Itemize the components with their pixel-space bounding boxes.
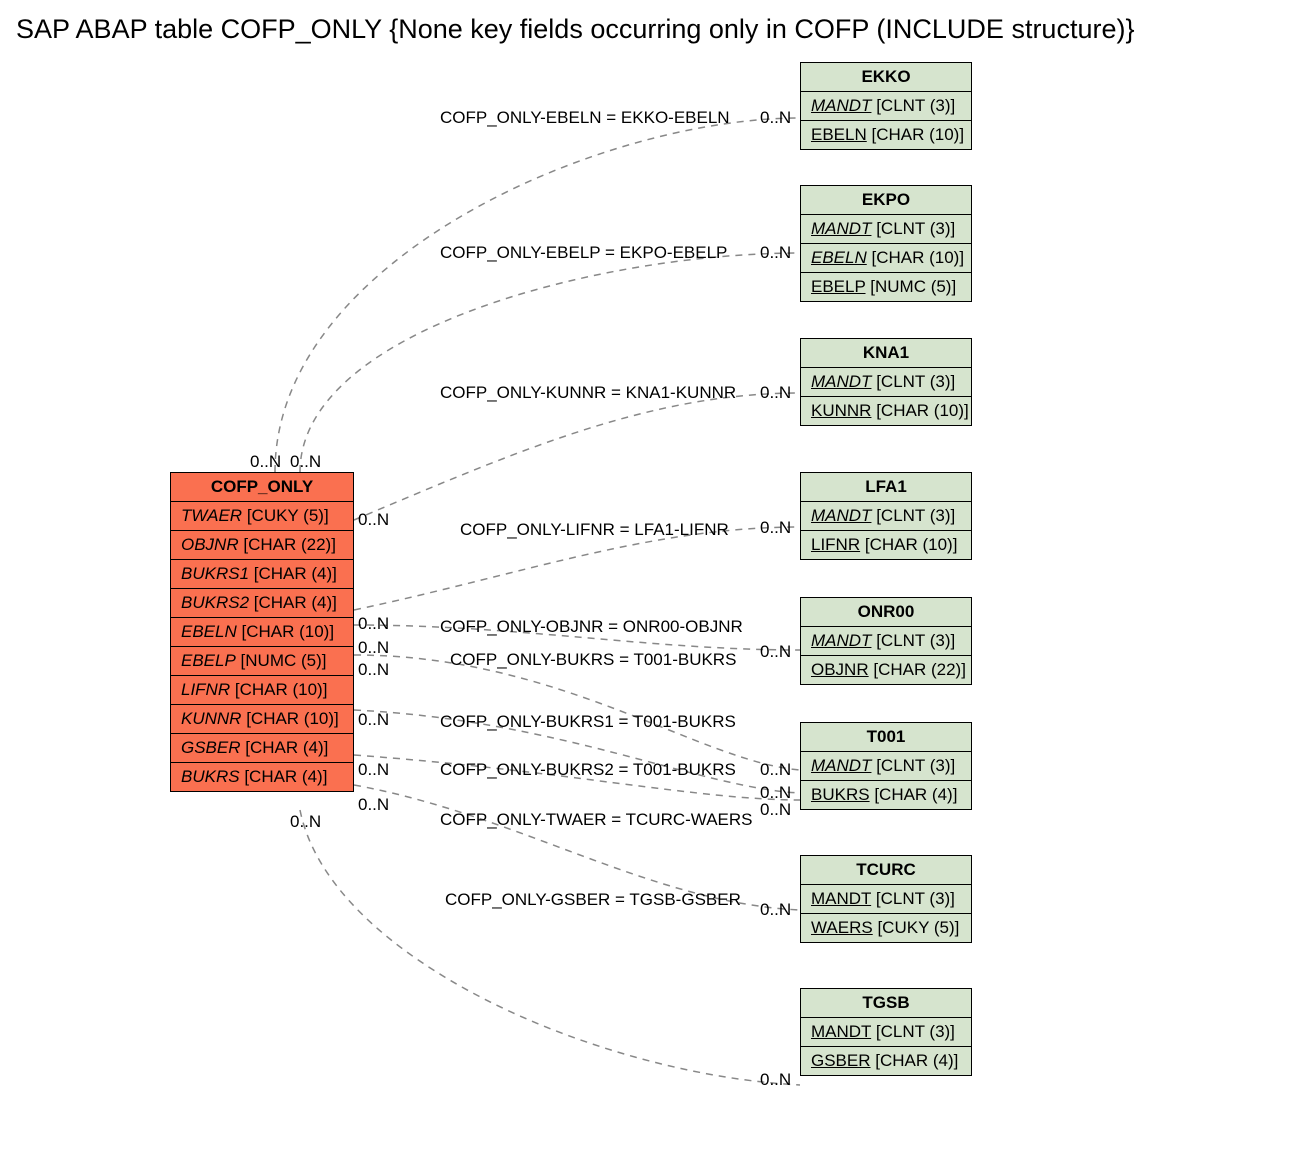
field-row: MANDT [CLNT (3)] — [801, 368, 971, 397]
table-header: EKPO — [801, 186, 971, 215]
link-label: COFP_ONLY-BUKRS1 = T001-BUKRS — [440, 712, 736, 732]
cardinality: 0..N — [760, 1070, 791, 1090]
field-row: EBELP [NUMC (5)] — [171, 647, 353, 676]
link-label: COFP_ONLY-EBELP = EKPO-EBELP — [440, 243, 727, 263]
link-label: COFP_ONLY-OBJNR = ONR00-OBJNR — [440, 617, 743, 637]
cardinality: 0..N — [358, 760, 389, 780]
table-header: EKKO — [801, 63, 971, 92]
table-t001: T001 MANDT [CLNT (3)] BUKRS [CHAR (4)] — [800, 722, 972, 810]
field-row: MANDT [CLNT (3)] — [801, 502, 971, 531]
cardinality: 0..N — [358, 660, 389, 680]
table-header: TGSB — [801, 989, 971, 1018]
field-row: MANDT [CLNT (3)] — [801, 1018, 971, 1047]
field-row: BUKRS2 [CHAR (4)] — [171, 589, 353, 618]
field-row: BUKRS [CHAR (4)] — [171, 763, 353, 792]
field-row: EBELN [CHAR (10)] — [801, 121, 971, 150]
table-lfa1: LFA1 MANDT [CLNT (3)] LIFNR [CHAR (10)] — [800, 472, 972, 560]
field-row: LIFNR [CHAR (10)] — [171, 676, 353, 705]
field-row: OBJNR [CHAR (22)] — [801, 656, 971, 685]
table-tcurc: TCURC MANDT [CLNT (3)] WAERS [CUKY (5)] — [800, 855, 972, 943]
table-header: COFP_ONLY — [171, 473, 353, 502]
cardinality: 0..N — [760, 518, 791, 538]
table-tgsb: TGSB MANDT [CLNT (3)] GSBER [CHAR (4)] — [800, 988, 972, 1076]
link-label: COFP_ONLY-EBELN = EKKO-EBELN — [440, 108, 730, 128]
cardinality: 0..N — [358, 614, 389, 634]
table-onr00: ONR00 MANDT [CLNT (3)] OBJNR [CHAR (22)] — [800, 597, 972, 685]
table-cofp-only: COFP_ONLY TWAER [CUKY (5)] OBJNR [CHAR (… — [170, 472, 354, 792]
table-header: ONR00 — [801, 598, 971, 627]
field-row: MANDT [CLNT (3)] — [801, 215, 971, 244]
field-row: MANDT [CLNT (3)] — [801, 627, 971, 656]
link-label: COFP_ONLY-BUKRS2 = T001-BUKRS — [440, 760, 736, 780]
table-ekpo: EKPO MANDT [CLNT (3)] EBELN [CHAR (10)] … — [800, 185, 972, 302]
field-row: KUNNR [CHAR (10)] — [171, 705, 353, 734]
field-row: WAERS [CUKY (5)] — [801, 914, 971, 943]
cardinality: 0..N — [358, 710, 389, 730]
field-row: MANDT [CLNT (3)] — [801, 885, 971, 914]
table-kna1: KNA1 MANDT [CLNT (3)] KUNNR [CHAR (10)] — [800, 338, 972, 426]
field-row: EBELN [CHAR (10)] — [801, 244, 971, 273]
cardinality: 0..N — [290, 452, 321, 472]
cardinality: 0..N — [250, 452, 281, 472]
cardinality: 0..N — [358, 510, 389, 530]
cardinality: 0..N — [358, 638, 389, 658]
field-row: OBJNR [CHAR (22)] — [171, 531, 353, 560]
field-row: KUNNR [CHAR (10)] — [801, 397, 971, 426]
field-row: GSBER [CHAR (4)] — [171, 734, 353, 763]
cardinality: 0..N — [760, 383, 791, 403]
field-row: LIFNR [CHAR (10)] — [801, 531, 971, 560]
link-label: COFP_ONLY-TWAER = TCURC-WAERS — [440, 810, 753, 830]
field-row: BUKRS1 [CHAR (4)] — [171, 560, 353, 589]
link-label: COFP_ONLY-KUNNR = KNA1-KUNNR — [440, 383, 736, 403]
table-header: T001 — [801, 723, 971, 752]
table-header: TCURC — [801, 856, 971, 885]
cardinality: 0..N — [290, 812, 321, 832]
field-row: GSBER [CHAR (4)] — [801, 1047, 971, 1076]
link-label: COFP_ONLY-GSBER = TGSB-GSBER — [445, 890, 741, 910]
field-row: TWAER [CUKY (5)] — [171, 502, 353, 531]
field-row: EBELN [CHAR (10)] — [171, 618, 353, 647]
cardinality: 0..N — [760, 243, 791, 263]
field-row: EBELP [NUMC (5)] — [801, 273, 971, 302]
table-ekko: EKKO MANDT [CLNT (3)] EBELN [CHAR (10)] — [800, 62, 972, 150]
cardinality: 0..N — [760, 800, 791, 820]
table-header: LFA1 — [801, 473, 971, 502]
cardinality: 0..N — [760, 900, 791, 920]
cardinality: 0..N — [760, 108, 791, 128]
cardinality: 0..N — [760, 760, 791, 780]
field-row: MANDT [CLNT (3)] — [801, 92, 971, 121]
cardinality: 0..N — [358, 795, 389, 815]
field-row: BUKRS [CHAR (4)] — [801, 781, 971, 810]
link-label: COFP_ONLY-LIFNR = LFA1-LIFNR — [460, 520, 729, 540]
table-header: KNA1 — [801, 339, 971, 368]
field-row: MANDT [CLNT (3)] — [801, 752, 971, 781]
er-diagram: SAP ABAP table COFP_ONLY {None key field… — [0, 0, 1300, 1171]
cardinality: 0..N — [760, 642, 791, 662]
link-label: COFP_ONLY-BUKRS = T001-BUKRS — [450, 650, 736, 670]
